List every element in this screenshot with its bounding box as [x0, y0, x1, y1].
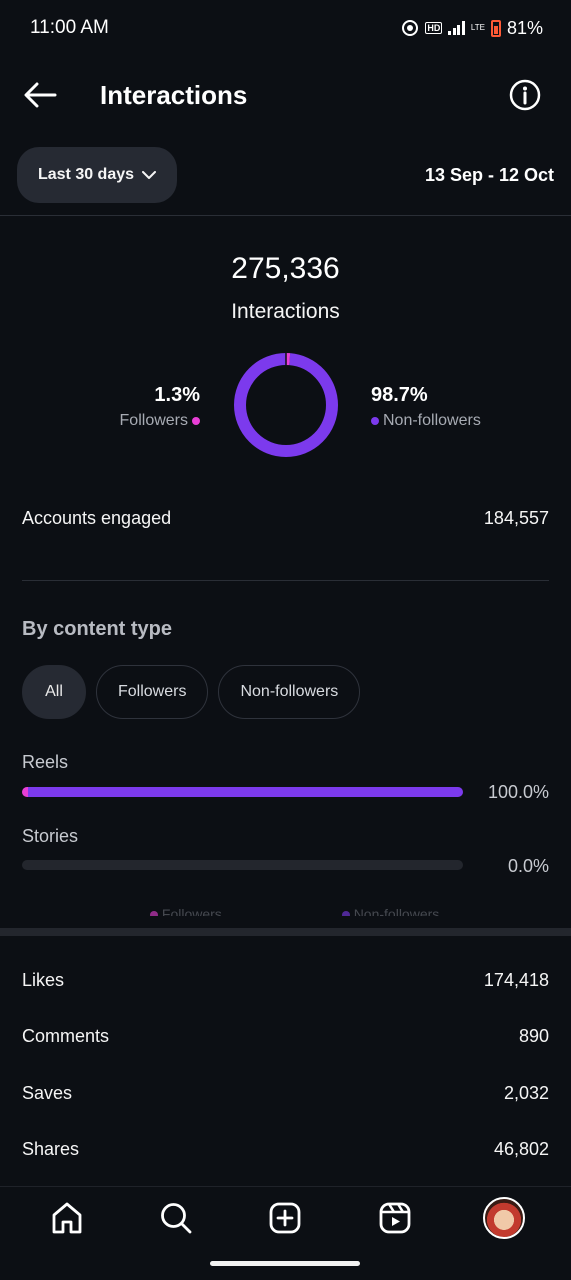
app-header: Interactions [0, 56, 571, 134]
filter-row: Last 30 days 13 Sep - 12 Oct [17, 147, 554, 203]
legend-followers: Followers [150, 906, 222, 916]
metric-row-likes[interactable]: Likes 174,418 [22, 970, 549, 991]
nav-profile[interactable] [480, 1194, 528, 1242]
divider [0, 215, 571, 216]
date-range-text: 13 Sep - 12 Oct [424, 164, 554, 185]
followers-percent: 1.3% [154, 384, 200, 406]
info-button[interactable] [508, 78, 542, 112]
audience-tabs: All Followers Non-followers [22, 665, 361, 719]
accounts-engaged-row[interactable]: Accounts engaged 184,557 [22, 508, 549, 529]
non-followers-legend: Non-followers [371, 412, 481, 430]
metric-label: Shares [22, 1139, 80, 1159]
signal-icon [448, 21, 465, 35]
date-range-label: Last 30 days [37, 166, 135, 183]
content-type-label: Reels [22, 752, 69, 772]
interactions-donut-chart [234, 353, 338, 457]
metric-label: Comments [22, 1026, 110, 1046]
followers-label: Followers [119, 412, 188, 429]
nav-home[interactable] [43, 1194, 91, 1242]
reels-icon [379, 1202, 411, 1233]
section-title: By content type [22, 618, 173, 640]
donut-non-followers-arc [234, 353, 338, 457]
nav-create[interactable] [261, 1194, 309, 1242]
bottom-nav [0, 1186, 571, 1248]
status-bar: 11:00 AM HD LTE 81% [0, 0, 571, 56]
divider [22, 580, 549, 581]
date-range-dropdown[interactable]: Last 30 days [17, 147, 177, 203]
profile-avatar [483, 1196, 526, 1239]
content-type-label: Stories [22, 826, 79, 846]
metric-label: Likes [22, 970, 65, 990]
arrow-left-icon [24, 82, 57, 108]
nav-search[interactable] [152, 1194, 200, 1242]
metric-value: 890 [518, 1026, 549, 1046]
metric-row-shares[interactable]: Shares 46,802 [22, 1139, 549, 1160]
battery-percent: 81% [506, 17, 543, 38]
accounts-engaged-label: Accounts engaged [22, 508, 172, 528]
non-followers-dot [371, 417, 379, 425]
content-type-percent: 0.0% [507, 856, 549, 876]
search-icon [161, 1202, 192, 1233]
tab-all[interactable]: All [22, 665, 86, 719]
content-type-percent: 100.0% [487, 782, 549, 802]
non-followers-summary: 98.7% Non-followers [371, 384, 481, 430]
content-type-legend: Followers Non-followers [150, 906, 439, 916]
back-button[interactable] [22, 77, 58, 113]
info-icon [509, 79, 541, 111]
section-divider [0, 928, 571, 936]
followers-legend: Followers [120, 412, 200, 430]
page-title: Interactions [100, 79, 248, 110]
metric-value: 46,802 [493, 1139, 549, 1159]
tab-followers[interactable]: Followers [96, 665, 209, 719]
followers-dot [192, 417, 200, 425]
battery-icon [490, 19, 501, 37]
metric-value: 2,032 [503, 1083, 549, 1103]
reels-bar [22, 787, 463, 797]
tab-non-followers[interactable]: Non-followers [218, 665, 361, 719]
status-icons: HD LTE 81% [401, 18, 543, 39]
status-time: 11:00 AM [30, 17, 109, 38]
followers-summary: 1.3% Followers [120, 384, 200, 430]
chevron-down-icon [142, 170, 157, 179]
metric-value: 174,418 [483, 970, 549, 990]
non-followers-label: Non-followers [383, 412, 481, 429]
accounts-engaged-value: 184,557 [483, 508, 549, 528]
metric-label: Saves [22, 1083, 73, 1103]
metric-row-comments[interactable]: Comments 890 [22, 1026, 549, 1047]
lte-label: LTE [470, 23, 485, 32]
legend-non-followers: Non-followers [341, 906, 439, 916]
total-interactions-label: Interactions [231, 300, 340, 323]
create-icon [270, 1202, 301, 1233]
nav-reels[interactable] [371, 1194, 419, 1242]
home-indicator[interactable] [210, 1261, 360, 1266]
non-followers-percent: 98.7% [371, 384, 428, 406]
stories-bar [22, 860, 463, 870]
hd-badge: HD [425, 22, 443, 34]
reels-bar-non-followers [27, 787, 463, 797]
home-icon [52, 1202, 82, 1233]
sync-icon [401, 19, 419, 37]
total-interactions: 275,336 [231, 252, 340, 285]
metric-row-saves[interactable]: Saves 2,032 [22, 1083, 549, 1104]
